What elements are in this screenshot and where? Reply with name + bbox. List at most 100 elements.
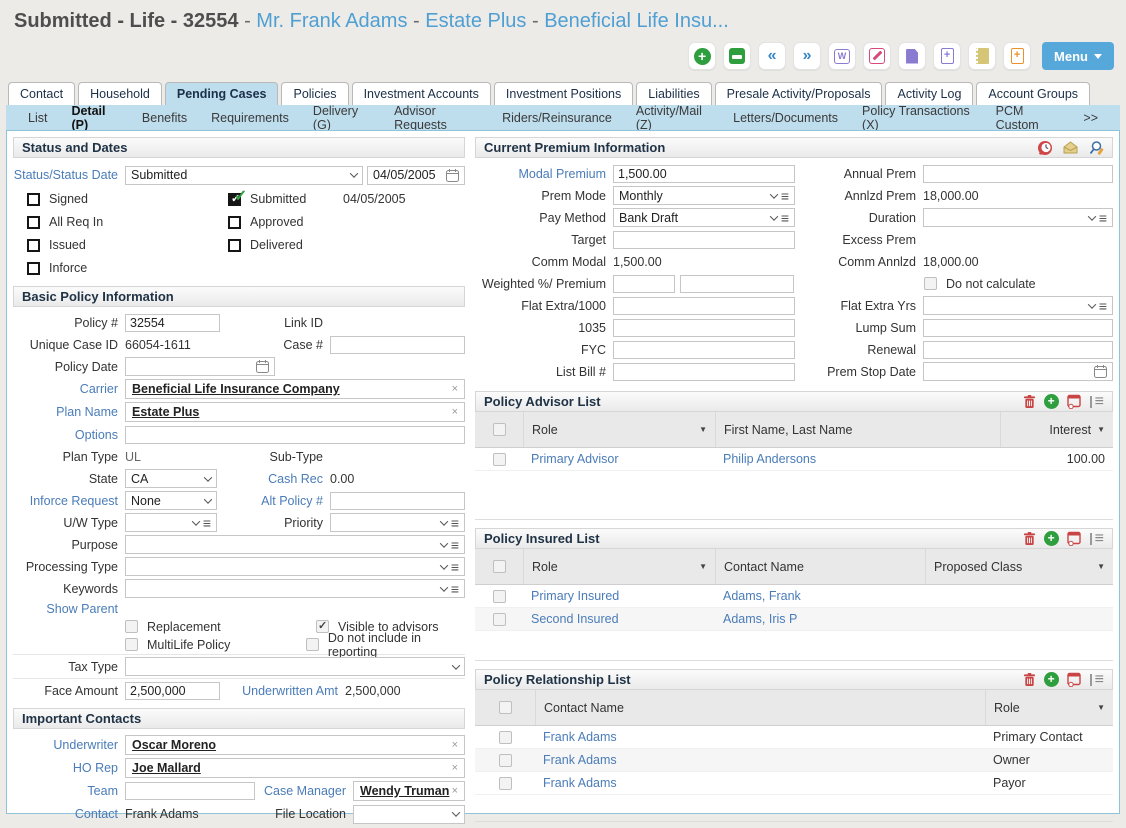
options-label[interactable]: Options bbox=[13, 428, 125, 442]
priority-select[interactable]: ≡ bbox=[330, 513, 465, 532]
checkbox-do-not-calculate[interactable]: ✓ bbox=[924, 277, 937, 290]
clear-icon[interactable]: × bbox=[452, 383, 458, 395]
column-role[interactable]: Role▼ bbox=[523, 549, 715, 584]
tab-investment-accounts[interactable]: Investment Accounts bbox=[352, 82, 491, 105]
ho-rep-label[interactable]: HO Rep bbox=[13, 761, 125, 775]
fyc-input[interactable] bbox=[613, 341, 795, 359]
plan-name-label[interactable]: Plan Name bbox=[13, 405, 125, 419]
checkbox-visible-to-advisors[interactable]: ✓ bbox=[316, 620, 329, 633]
underwriter-label[interactable]: Underwriter bbox=[13, 738, 125, 752]
weighted-pct-input[interactable] bbox=[613, 275, 675, 293]
list-menu-icon[interactable]: ≡ bbox=[1090, 394, 1104, 410]
checkbox-delivered[interactable]: ✓✓ bbox=[228, 239, 241, 252]
list-picker-icon[interactable]: ≡ bbox=[781, 189, 789, 203]
delete-icon[interactable] bbox=[1023, 531, 1036, 546]
relationship-name-link[interactable]: Frank Adams bbox=[543, 776, 617, 790]
filter-icon[interactable]: ▼ bbox=[699, 425, 707, 434]
clear-icon[interactable]: × bbox=[452, 785, 458, 797]
filter-icon[interactable]: ▼ bbox=[699, 562, 707, 571]
checkbox-signed[interactable]: ✓✓ bbox=[27, 193, 40, 206]
tab-account-groups[interactable]: Account Groups bbox=[976, 82, 1090, 105]
row-checkbox[interactable]: ✓ bbox=[499, 777, 512, 790]
spreadsheet-icon[interactable] bbox=[1067, 394, 1082, 409]
checkbox-issued[interactable]: ✓✓ bbox=[27, 239, 40, 252]
alt-policy-input[interactable] bbox=[330, 492, 465, 510]
inforce-request-label[interactable]: Inforce Request bbox=[13, 494, 125, 508]
plan-link[interactable]: Estate Plus bbox=[425, 10, 526, 32]
case-manager-label[interactable]: Case Manager bbox=[255, 784, 353, 798]
table-row[interactable]: ✓ Frank Adams Owner bbox=[475, 749, 1113, 772]
flat-extra-input[interactable] bbox=[613, 297, 795, 315]
1035-input[interactable] bbox=[613, 319, 795, 337]
subtab-riders-reinsurance[interactable]: Riders/Reinsurance bbox=[490, 111, 624, 125]
team-input[interactable] bbox=[125, 782, 255, 800]
tab-household[interactable]: Household bbox=[78, 82, 162, 105]
relationship-name-link[interactable]: Frank Adams bbox=[543, 730, 617, 744]
list-picker-icon[interactable]: ≡ bbox=[451, 538, 459, 552]
case-manager-value[interactable]: Wendy Truman bbox=[360, 784, 449, 798]
column-proposed-class[interactable]: Proposed Class▼ bbox=[925, 549, 1113, 584]
relationship-name-link[interactable]: Frank Adams bbox=[543, 753, 617, 767]
select-all-checkbox[interactable]: ✓ bbox=[493, 560, 506, 573]
tab-investment-positions[interactable]: Investment Positions bbox=[494, 82, 633, 105]
subtab-list[interactable]: List bbox=[16, 111, 59, 125]
underwritten-amt-label[interactable]: Underwritten Amt bbox=[220, 684, 345, 698]
filter-icon[interactable]: ▼ bbox=[1097, 703, 1105, 712]
search-audit-icon[interactable] bbox=[1087, 140, 1104, 156]
carrier-value[interactable]: Beneficial Life Insurance Company bbox=[132, 382, 340, 396]
clear-icon[interactable]: × bbox=[452, 406, 458, 418]
subtab-letters-documents[interactable]: Letters/Documents bbox=[721, 111, 850, 125]
plan-name-field[interactable]: Estate Plus × bbox=[125, 402, 465, 422]
select-all-checkbox[interactable]: ✓ bbox=[493, 423, 506, 436]
select-all-checkbox[interactable]: ✓ bbox=[499, 701, 512, 714]
row-checkbox[interactable]: ✓ bbox=[493, 590, 506, 603]
lump-sum-input[interactable] bbox=[923, 319, 1113, 337]
column-interest[interactable]: Interest▼ bbox=[1000, 412, 1113, 447]
prem-stop-date-input[interactable] bbox=[923, 362, 1113, 381]
underwriter-field[interactable]: Oscar Moreno × bbox=[125, 735, 465, 755]
pay-method-select[interactable]: Bank Draft ≡ bbox=[613, 208, 795, 227]
advisor-role-link[interactable]: Primary Advisor bbox=[531, 452, 619, 466]
uw-type-select[interactable]: ≡ bbox=[125, 513, 217, 532]
subtab-requirements[interactable]: Requirements bbox=[199, 111, 301, 125]
clear-icon[interactable]: × bbox=[452, 762, 458, 774]
advisor-name-link[interactable]: Philip Andersons bbox=[723, 452, 816, 466]
duration-select[interactable]: ≡ bbox=[923, 208, 1113, 227]
carrier-field[interactable]: Beneficial Life Insurance Company × bbox=[125, 379, 465, 399]
annual-prem-input[interactable] bbox=[923, 165, 1113, 183]
subtab-delivery[interactable]: Delivery (G) bbox=[301, 104, 382, 132]
contact-link[interactable]: Mr. Frank Adams bbox=[256, 10, 407, 32]
weighted-premium-input[interactable] bbox=[680, 275, 794, 293]
column-name[interactable]: First Name, Last Name bbox=[715, 412, 1000, 447]
tab-pending-cases[interactable]: Pending Cases bbox=[165, 82, 279, 105]
document-button[interactable] bbox=[898, 42, 926, 70]
tab-presale-activity[interactable]: Presale Activity/Proposals bbox=[715, 82, 883, 105]
list-picker-icon[interactable]: ≡ bbox=[451, 582, 459, 596]
tab-liabilities[interactable]: Liabilities bbox=[636, 82, 711, 105]
state-select[interactable]: CA bbox=[125, 469, 217, 488]
table-row[interactable]: ✓ Frank Adams Primary Contact bbox=[475, 726, 1113, 749]
calendar-icon[interactable] bbox=[446, 169, 459, 182]
insured-name-link[interactable]: Adams, Frank bbox=[723, 589, 801, 603]
list-menu-icon[interactable]: ≡ bbox=[1090, 672, 1104, 688]
calendar-icon[interactable] bbox=[256, 360, 269, 373]
inbox-icon[interactable] bbox=[1062, 140, 1079, 155]
policy-number-input[interactable] bbox=[125, 314, 220, 332]
clear-icon[interactable]: × bbox=[452, 739, 458, 751]
insured-role-link[interactable]: Second Insured bbox=[531, 612, 619, 626]
add-icon[interactable]: + bbox=[1044, 672, 1059, 687]
table-row[interactable]: ✓ Primary Advisor Philip Andersons 100.0… bbox=[475, 448, 1113, 471]
checkbox-replacement[interactable]: ✓ bbox=[125, 620, 138, 633]
column-role[interactable]: Role▼ bbox=[985, 690, 1113, 725]
list-bill-input[interactable] bbox=[613, 363, 795, 381]
previous-button[interactable]: « bbox=[758, 42, 786, 70]
purpose-select[interactable]: ≡ bbox=[125, 535, 465, 554]
add-icon[interactable]: + bbox=[1044, 394, 1059, 409]
table-row[interactable]: ✓ Second Insured Adams, Iris P bbox=[475, 608, 1113, 631]
notepad-button[interactable] bbox=[968, 42, 996, 70]
ho-rep-value[interactable]: Joe Mallard bbox=[132, 761, 201, 775]
edit-button[interactable] bbox=[863, 42, 891, 70]
save-button[interactable] bbox=[723, 42, 751, 70]
alt-policy-label[interactable]: Alt Policy # bbox=[217, 494, 330, 508]
subtab-advisor-requests[interactable]: Advisor Requests bbox=[382, 104, 490, 132]
